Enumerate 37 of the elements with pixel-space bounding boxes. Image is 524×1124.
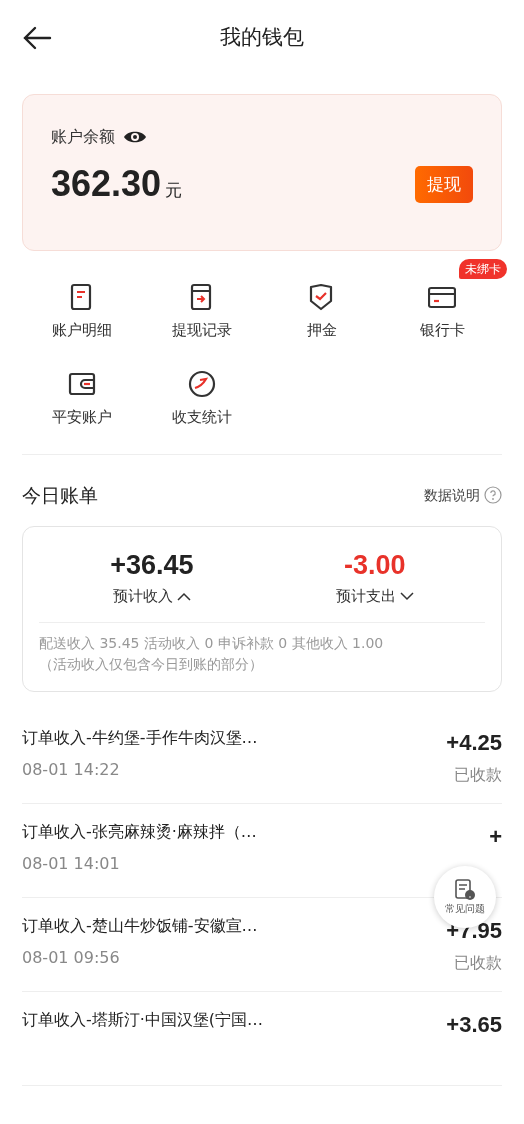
transaction-amount: +3.65 bbox=[446, 1010, 502, 1039]
note-text: （活动收入仅包含今日到账的部分） bbox=[39, 654, 264, 674]
section-title: 今日账单 bbox=[22, 483, 98, 508]
transaction-amount: +4.25 bbox=[446, 728, 502, 757]
shortcut-label[interactable]: 押金 bbox=[307, 319, 337, 342]
shortcut-label[interactable]: 平安账户 bbox=[52, 405, 112, 428]
balance-label: 账户余额 bbox=[51, 126, 115, 148]
transaction-title[interactable]: 订单收入-楚山牛炒饭铺-安徽宣… bbox=[22, 913, 258, 938]
expense-label[interactable]: 预计支出 bbox=[335, 585, 396, 608]
transaction-time: 08-01 09:56 bbox=[22, 946, 121, 969]
eye-icon[interactable] bbox=[123, 129, 147, 145]
page-title: 我的钱包 bbox=[220, 24, 304, 52]
status-badge: 未绑卡 bbox=[458, 259, 507, 279]
transaction-time: 08-01 14:22 bbox=[22, 758, 121, 781]
shortcut-label[interactable]: 账户明细 bbox=[52, 319, 112, 342]
shortcut-label[interactable]: 收支统计 bbox=[172, 405, 232, 428]
shortcut-label[interactable]: 银行卡 bbox=[419, 319, 465, 342]
transaction-title[interactable]: 订单收入-张亮麻辣烫·麻辣拌（… bbox=[22, 819, 257, 844]
pie-chart-icon bbox=[188, 369, 216, 398]
transaction-title[interactable]: 订单收入-牛约堡-手作牛肉汉堡… bbox=[22, 725, 258, 750]
expense-amount: -3.00 bbox=[344, 548, 406, 582]
shortcut-label[interactable]: 提现记录 bbox=[172, 319, 232, 342]
breakdown-text: 配送收入 35.45 活动收入 0 申诉补款 0 其他收入 1.00 bbox=[39, 633, 385, 653]
transaction-status: 已收款 bbox=[454, 763, 502, 786]
income-amount: +36.45 bbox=[110, 548, 194, 582]
transaction-title[interactable]: 订单收入-塔斯汀·中国汉堡(宁国… bbox=[22, 1007, 264, 1032]
help-link[interactable]: 数据说明 bbox=[424, 484, 480, 506]
transaction-amount: + bbox=[489, 822, 502, 851]
document-question-icon bbox=[454, 878, 476, 901]
help-icon bbox=[484, 486, 502, 505]
transaction-time: 08-01 14:01 bbox=[22, 852, 121, 875]
transaction-status: 已收款 bbox=[454, 951, 502, 974]
income-label[interactable]: 预计收入 bbox=[112, 585, 173, 608]
back-icon[interactable] bbox=[22, 26, 52, 50]
balance-amount: 362.30 bbox=[51, 162, 162, 206]
faq-label: 常见问题 bbox=[445, 901, 485, 916]
currency-unit: 元 bbox=[165, 179, 183, 202]
